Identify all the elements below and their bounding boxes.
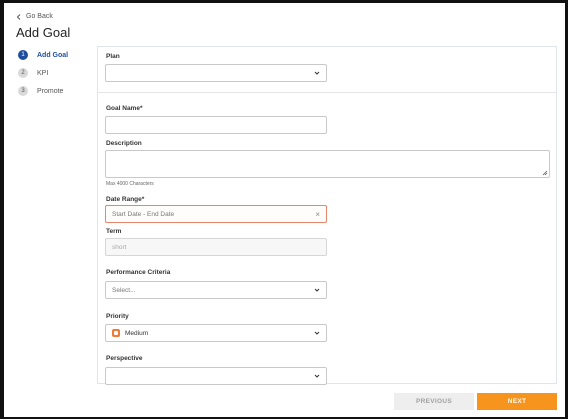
priority-color-icon [112,329,120,337]
priority-label: Priority [106,313,129,320]
date-range-input[interactable]: Start Date - End Date × [105,205,327,223]
go-back-link[interactable]: Go Back [16,13,53,20]
previous-button[interactable]: PREVIOUS [394,393,474,410]
step-label: KPI [37,69,49,77]
step-number: 1 [18,50,28,60]
next-button[interactable]: NEXT [477,393,557,410]
step-number: 2 [18,68,28,78]
goal-name-label: Goal Name* [106,105,143,112]
step-list: 1 Add Goal 2 KPI 3 Promote [18,50,68,104]
plan-select[interactable] [105,64,327,82]
priority-select[interactable]: Medium [105,324,327,342]
goal-name-input[interactable] [105,116,327,134]
chevron-down-icon [314,331,320,335]
plan-label: Plan [106,53,120,60]
step-label: Add Goal [37,51,69,59]
date-range-placeholder: Start Date - End Date [112,210,175,218]
date-range-label: Date Range* [106,196,145,203]
performance-criteria-placeholder: Select... [112,286,136,294]
section-divider [98,92,556,93]
resize-handle-icon[interactable] [542,170,548,176]
term-input: short [105,238,327,256]
go-back-label: Go Back [26,13,53,20]
goal-form: Plan Goal Name* Description Max 4000 Cha… [97,46,557,385]
chevron-down-icon [314,288,320,292]
perspective-label: Perspective [106,355,143,362]
chevron-down-icon [314,71,320,75]
perspective-select[interactable] [105,367,327,385]
description-label: Description [106,140,142,147]
term-placeholder: short [112,243,127,251]
step-kpi[interactable]: 2 KPI [18,68,68,78]
chevron-left-icon [16,13,21,20]
description-hint: Max 4000 Characters [106,181,154,187]
clear-icon[interactable]: × [315,210,320,219]
step-number: 3 [18,86,28,96]
performance-criteria-label: Performance Criteria [106,269,171,276]
chevron-down-icon [314,374,320,378]
priority-value: Medium [125,329,149,337]
term-label: Term [106,228,122,235]
description-textarea[interactable] [105,150,550,178]
step-add-goal[interactable]: 1 Add Goal [18,50,68,60]
page-title: Add Goal [16,25,71,40]
step-promote[interactable]: 3 Promote [18,86,68,96]
performance-criteria-select[interactable]: Select... [105,281,327,299]
step-label: Promote [37,87,64,95]
